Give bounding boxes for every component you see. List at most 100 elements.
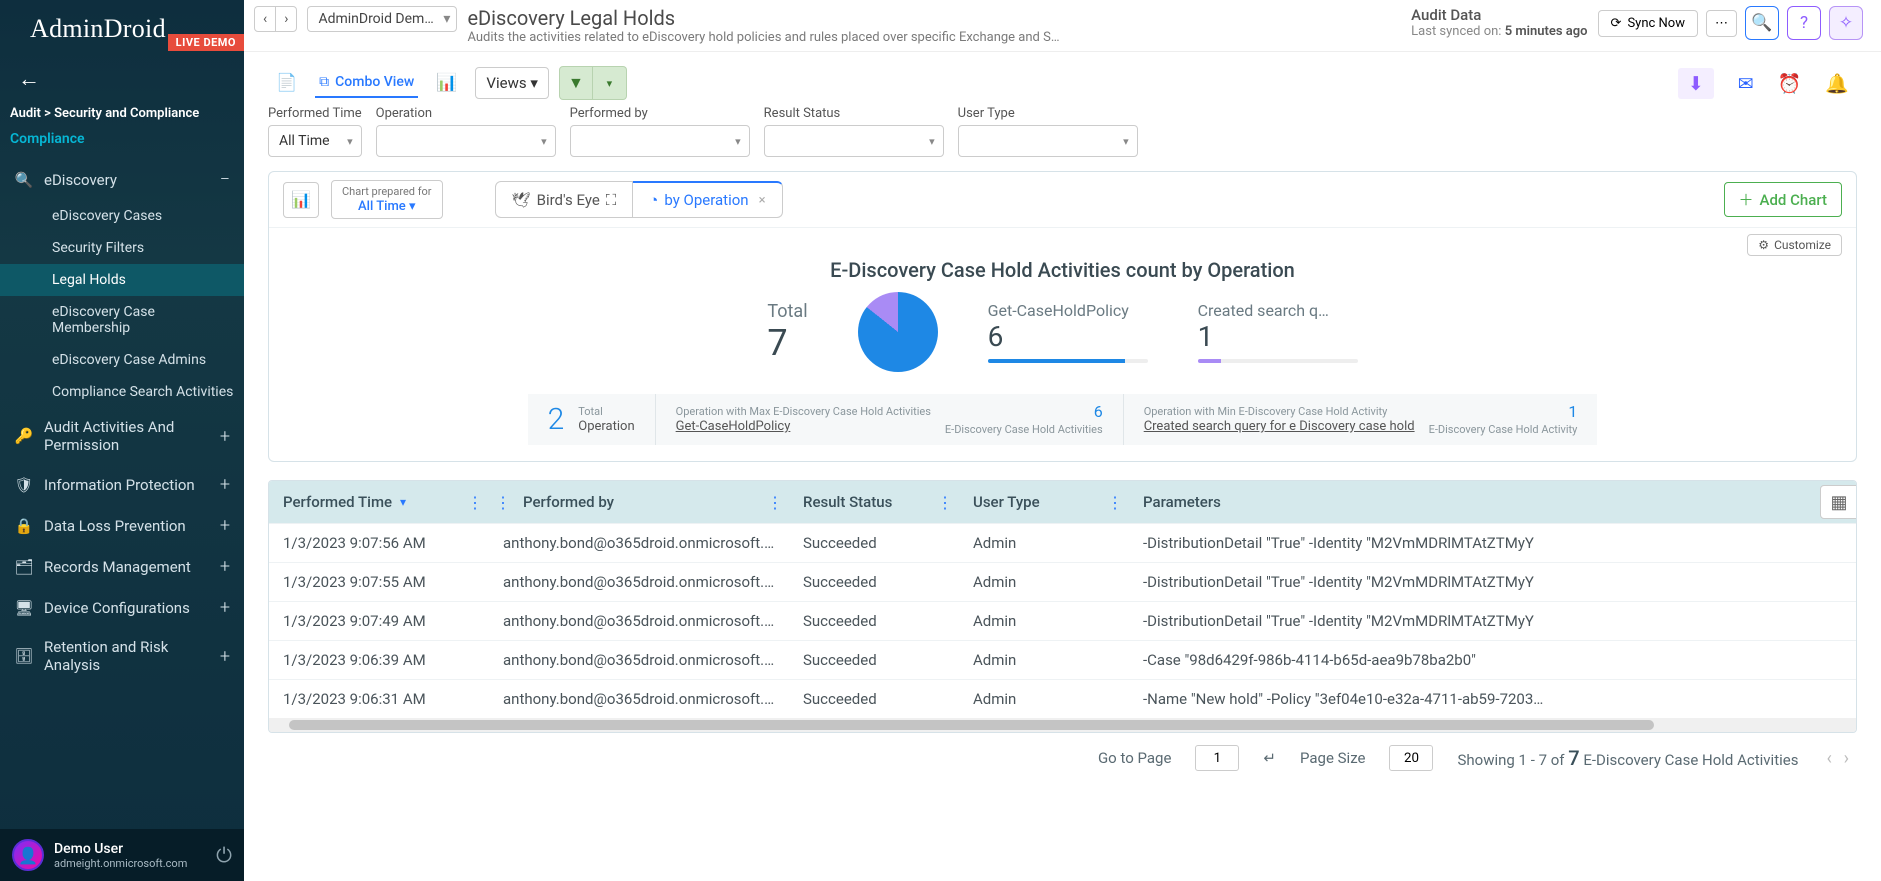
collapse-icon[interactable]: − xyxy=(220,169,230,190)
sidebar-sub-legal-holds[interactable]: Legal Holds xyxy=(0,264,244,296)
chart-prepared-for[interactable]: Chart prepared for All Time ▾ xyxy=(331,180,443,219)
nav-next-icon[interactable]: › xyxy=(275,7,296,31)
col-user-type[interactable]: User Type⋮ xyxy=(959,481,1129,523)
filter-dropdown-button[interactable]: ▾ xyxy=(593,66,627,100)
sidebar-item-retention[interactable]: 🗄 Retention and Risk Analysis + xyxy=(0,628,244,684)
page-size-label: Page Size xyxy=(1300,749,1365,767)
table-row[interactable]: 1/3/2023 9:06:39 AM anthony.bond@o365dro… xyxy=(269,640,1856,679)
expand-icon[interactable]: + xyxy=(220,474,230,495)
add-chart-label: Add Chart xyxy=(1760,191,1827,209)
filter-performed-time[interactable]: All Time xyxy=(268,125,362,157)
audit-head: Audit Data xyxy=(1411,6,1587,24)
sidebar-sub-cases[interactable]: eDiscovery Cases xyxy=(42,200,244,232)
sync-now-button[interactable]: ⟳ Sync Now xyxy=(1598,10,1698,37)
cell-user-type: Admin xyxy=(959,680,1129,718)
max-op-link[interactable]: Get-CaseHoldPolicy xyxy=(676,419,791,434)
series-block: Get-CaseHoldPolicy6 xyxy=(988,301,1148,363)
col-performed-time[interactable]: Performed Time▾ ⋮ xyxy=(269,481,489,523)
expand-icon[interactable]: + xyxy=(220,426,230,447)
expand-icon[interactable]: + xyxy=(220,556,230,577)
sidebar-item-label: Information Protection xyxy=(44,476,220,494)
cell-user-type: Admin xyxy=(959,641,1129,679)
schedule-icon[interactable]: ⏰ xyxy=(1778,72,1802,95)
sort-desc-icon[interactable]: ▾ xyxy=(400,495,406,509)
sidebar-item-audit[interactable]: 🔑 Audit Activities And Permission + xyxy=(0,408,244,464)
horizontal-scrollbar[interactable] xyxy=(269,718,1856,732)
help-button[interactable]: ? xyxy=(1787,6,1821,40)
cell-result: Succeeded xyxy=(789,563,959,601)
sidebar-item-records[interactable]: 🗂 Records Management + xyxy=(0,546,244,587)
table-row[interactable]: 1/3/2023 9:07:56 AM anthony.bond@o365dro… xyxy=(269,523,1856,562)
ediscovery-submenu: eDiscovery Cases Security Filters Legal … xyxy=(0,200,244,408)
sidebar-item-label: Retention and Risk Analysis xyxy=(44,638,220,674)
sidebar-item-information-protection[interactable]: 🛡 Information Protection + xyxy=(0,464,244,505)
filter-operation-label: Operation xyxy=(376,106,556,121)
download-icon[interactable]: ⬇ xyxy=(1678,68,1714,99)
column-menu-icon[interactable]: ⋮ xyxy=(495,493,511,512)
assist-button[interactable]: ✧ xyxy=(1829,6,1863,40)
goto-arrow-icon[interactable]: ↵ xyxy=(1263,749,1276,767)
filter-user-type[interactable] xyxy=(958,125,1138,157)
sidebar-sub-membership[interactable]: eDiscovery Case Membership xyxy=(42,296,244,344)
column-menu-icon[interactable]: ⋮ xyxy=(467,493,483,512)
sidebar-item-device[interactable]: 🖥 Device Configurations + xyxy=(0,587,244,628)
col-performed-by[interactable]: ⋮ Performed by ⋮ xyxy=(489,481,789,523)
chart-title: E-Discovery Case Hold Activities count b… xyxy=(269,256,1856,292)
close-icon[interactable]: × xyxy=(759,193,766,208)
pager: Go to Page ↵ Page Size Showing 1 - 7 of … xyxy=(244,733,1881,787)
views-dropdown[interactable]: Views ▾ xyxy=(475,67,548,99)
series-value: 1 xyxy=(1198,320,1358,353)
min-op-link[interactable]: Created search query for e Discovery cas… xyxy=(1144,419,1415,434)
filter-operation[interactable] xyxy=(376,125,556,157)
customize-button[interactable]: ⚙ Customize xyxy=(1747,234,1842,256)
breadcrumb: Audit > Security and Compliance xyxy=(0,102,244,129)
column-menu-icon[interactable]: ⋮ xyxy=(767,493,783,512)
search-button[interactable]: 🔍 xyxy=(1745,6,1779,40)
expand-icon[interactable]: + xyxy=(220,597,230,618)
sidebar-item-dlp[interactable]: 🔒 Data Loss Prevention + xyxy=(0,505,244,546)
column-menu-icon[interactable]: ⋮ xyxy=(937,493,953,512)
expand-icon[interactable]: + xyxy=(220,515,230,536)
back-arrow-icon[interactable]: ← xyxy=(18,67,40,92)
filter-result-status[interactable] xyxy=(764,125,944,157)
doc-icon[interactable]: 📄 xyxy=(268,67,305,99)
total-value: 7 xyxy=(767,322,807,364)
page-size-input[interactable] xyxy=(1389,745,1433,771)
tab-label: Bird's Eye xyxy=(537,191,600,209)
filter-performed-by[interactable] xyxy=(570,125,750,157)
more-button[interactable]: ⋯ xyxy=(1706,10,1737,37)
add-chart-button[interactable]: ＋ Add Chart xyxy=(1724,182,1842,217)
table-row[interactable]: 1/3/2023 9:07:55 AM anthony.bond@o365dro… xyxy=(269,562,1856,601)
power-icon[interactable]: ⏻ xyxy=(216,843,232,867)
sidebar-sub-security-filters[interactable]: Security Filters xyxy=(42,232,244,264)
column-menu-icon[interactable]: ⋮ xyxy=(1107,493,1123,512)
col-result-status[interactable]: Result Status⋮ xyxy=(789,481,959,523)
alert-icon[interactable]: 🔔 xyxy=(1825,72,1849,95)
cell-performed-by: anthony.bond@o365droid.onmicrosoft.com xyxy=(489,602,789,640)
nav-arrows: ‹ › xyxy=(254,6,297,32)
expand-icon[interactable]: + xyxy=(220,646,230,667)
nav-prev-icon[interactable]: ‹ xyxy=(255,7,275,31)
chart-mode-icon[interactable]: 📊 xyxy=(428,67,465,99)
col-parameters[interactable]: Parameters xyxy=(1129,481,1856,523)
column-layout-button[interactable]: ▦ xyxy=(1820,485,1857,519)
table-row[interactable]: 1/3/2023 9:06:31 AM anthony.bond@o365dro… xyxy=(269,679,1856,718)
combo-view-tab[interactable]: ⧉ Combo View xyxy=(315,68,418,98)
tab-by-operation[interactable]: ◔ by Operation × xyxy=(633,181,782,218)
filter-button[interactable]: ▼ xyxy=(559,66,593,100)
expand-icon[interactable]: ⛶ xyxy=(606,191,617,209)
section-compliance[interactable]: Compliance xyxy=(0,129,244,159)
sidebar-item-ediscovery[interactable]: 🔍 eDiscovery − xyxy=(0,159,244,200)
sidebar-sub-admins[interactable]: eDiscovery Case Admins xyxy=(42,344,244,376)
page-prev-icon[interactable]: ‹ xyxy=(1822,748,1835,769)
avatar[interactable]: 👤 xyxy=(12,839,44,871)
sidebar-sub-search-activities[interactable]: Compliance Search Activities xyxy=(42,376,244,408)
org-dropdown[interactable]: AdminDroid Dem… xyxy=(307,6,457,32)
table-row[interactable]: 1/3/2023 9:07:49 AM anthony.bond@o365dro… xyxy=(269,601,1856,640)
tab-birds-eye[interactable]: 🕊 Bird's Eye ⛶ xyxy=(495,181,634,218)
page-next-icon[interactable]: › xyxy=(1840,748,1853,769)
chart-type-button[interactable]: 📊 xyxy=(283,182,319,218)
goto-page-input[interactable] xyxy=(1195,745,1239,771)
series-label: Created search q… xyxy=(1198,301,1358,320)
mail-icon[interactable]: ✉ xyxy=(1738,72,1754,95)
